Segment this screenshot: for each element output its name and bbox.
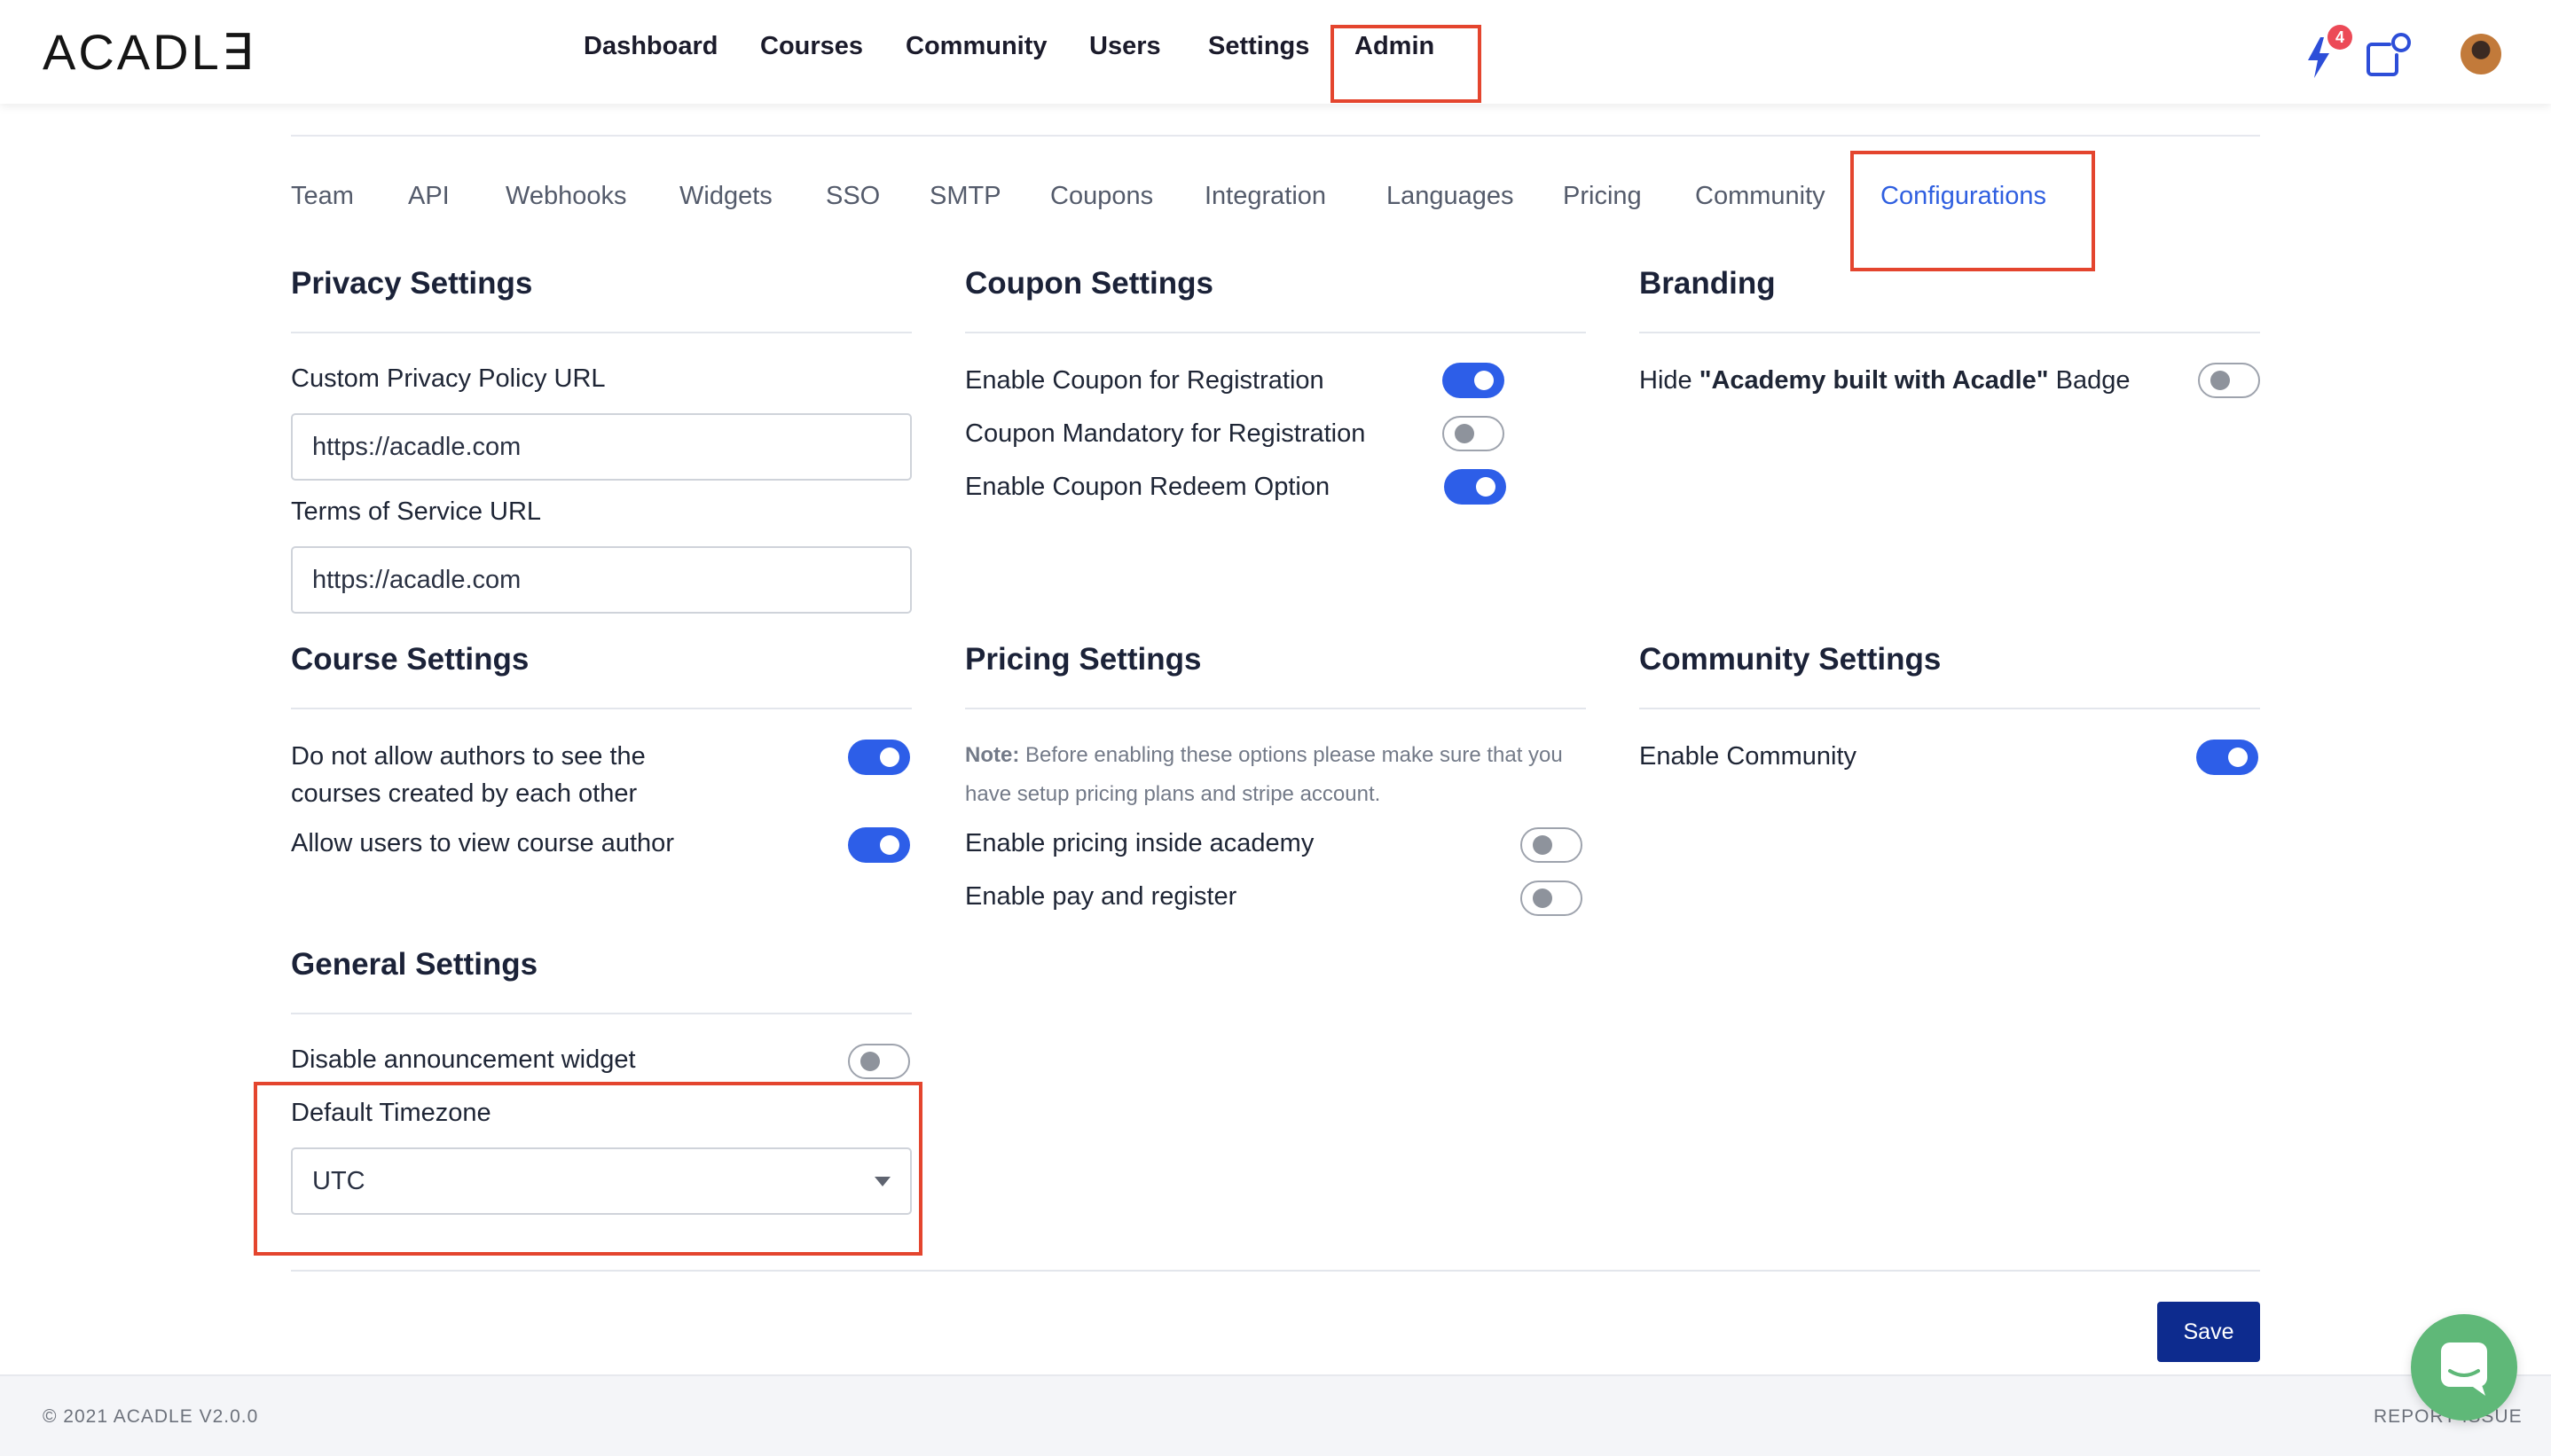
nav-dashboard[interactable]: Dashboard [584,32,718,61]
author-visibility-label-line2: courses created by each other [291,779,638,808]
pricing-divider [965,708,1586,709]
privacy-policy-url-input[interactable]: https://acadle.com [291,413,912,481]
toggle-knob [1533,835,1552,855]
acadle-logo[interactable]: ACADL∃ [43,23,255,82]
tab-sso[interactable]: SSO [826,182,880,211]
actions-divider [291,1270,2260,1272]
author-visibility-label-line1: Do not allow authors to see the [291,742,646,771]
enable-pricing-label: Enable pricing inside academy [965,829,1315,857]
coupon-registration-label: Enable Coupon for Registration [965,366,1324,395]
course-divider [291,708,912,709]
coupon-mandatory-label: Coupon Mandatory for Registration [965,419,1366,448]
terms-of-service-url-input[interactable]: https://acadle.com [291,546,912,614]
tab-coupons[interactable]: Coupons [1050,182,1153,211]
community-settings-title: Community Settings [1639,642,1942,677]
hide-badge-toggle[interactable] [2198,363,2260,398]
enable-community-toggle[interactable] [2196,740,2258,775]
pricing-note-line1: Before enabling these options please mak… [1019,743,1563,767]
author-visibility-label: Do not allow authors to see the courses … [291,738,646,812]
default-timezone-select[interactable]: UTC [291,1147,912,1215]
chat-icon[interactable] [2411,1314,2517,1421]
tab-pricing[interactable]: Pricing [1563,182,1642,211]
toggle-knob [1474,371,1494,390]
notification-badge: 4 [2327,25,2352,50]
user-avatar[interactable] [2461,34,2501,74]
nav-users[interactable]: Users [1089,32,1161,61]
hide-badge-label: Hide "Academy built with Acadle" Badge [1639,362,2130,399]
enable-pricing-toggle[interactable] [1520,827,1582,863]
tab-community[interactable]: Community [1695,182,1825,211]
privacy-policy-label: Custom Privacy Policy URL [291,364,606,393]
disable-announcement-label: Disable announcement widget [291,1045,636,1074]
course-settings-title: Course Settings [291,642,530,677]
default-timezone-label: Default Timezone [291,1099,491,1127]
branding-divider [1639,332,2260,333]
hide-badge-prefix: Hide [1639,366,1699,395]
tab-widgets[interactable]: Widgets [679,182,773,211]
privacy-settings-title: Privacy Settings [291,266,533,301]
pay-and-register-label: Enable pay and register [965,882,1237,911]
coupon-registration-toggle[interactable] [1442,363,1504,398]
nav-admin[interactable]: Admin [1354,32,1434,61]
nav-settings[interactable]: Settings [1208,32,1309,61]
coupon-mandatory-toggle[interactable] [1442,416,1504,451]
toggle-knob [2210,371,2230,390]
save-button[interactable]: Save [2157,1302,2260,1362]
tab-smtp[interactable]: SMTP [930,182,1001,211]
toggle-knob [880,835,899,855]
enable-community-label: Enable Community [1639,742,1856,771]
caret-down-icon [875,1177,891,1186]
nav-courses[interactable]: Courses [760,32,863,61]
top-navigation: ACADL∃ Dashboard Courses Community Users… [0,0,2551,104]
toggle-knob [2228,748,2248,767]
toggle-knob [1455,424,1474,443]
hide-badge-bold-text: "Academy built with Acadle" [1699,366,2049,395]
coupon-redeem-label: Enable Coupon Redeem Option [965,473,1330,501]
tab-configurations[interactable]: Configurations [1880,182,2046,211]
share-box-icon[interactable] [2363,32,2413,78]
tab-languages[interactable]: Languages [1386,182,1514,211]
terms-of-service-label: Terms of Service URL [291,497,542,526]
pricing-note: Note: Before enabling these options plea… [965,736,1586,814]
toggle-knob [860,1052,880,1071]
privacy-divider [291,332,912,333]
tab-webhooks[interactable]: Webhooks [506,182,627,211]
tab-team[interactable]: Team [291,182,354,211]
view-course-author-label: Allow users to view course author [291,829,674,857]
disable-announcement-toggle[interactable] [848,1044,910,1079]
author-visibility-toggle[interactable] [848,740,910,775]
pricing-note-line2: have setup pricing plans and stripe acco… [965,782,1381,806]
tab-api[interactable]: API [408,182,450,211]
coupon-divider [965,332,1586,333]
coupon-settings-title: Coupon Settings [965,266,1213,301]
view-course-author-toggle[interactable] [848,827,910,863]
pricing-note-label: Note: [965,743,1020,767]
timezone-selected-value: UTC [312,1167,365,1195]
coupon-redeem-toggle[interactable] [1444,469,1506,505]
tab-integration[interactable]: Integration [1205,182,1326,211]
copyright-text: © 2021 ACADLE V2.0.0 [43,1406,259,1427]
tabs-top-divider [291,135,2260,137]
general-divider [291,1013,912,1014]
footer: © 2021 ACADLE V2.0.0 REPORT ISSUE [0,1374,2551,1456]
branding-title: Branding [1639,266,1776,301]
toggle-knob [1476,477,1495,497]
hide-badge-suffix: Badge [2048,366,2131,395]
pay-and-register-toggle[interactable] [1520,881,1582,916]
community-divider [1639,708,2260,709]
general-settings-title: General Settings [291,947,538,982]
nav-community[interactable]: Community [906,32,1048,61]
toggle-knob [880,748,899,767]
pricing-settings-title: Pricing Settings [965,642,1202,677]
configurations-highlight-box [1850,151,2095,271]
toggle-knob [1533,888,1552,908]
